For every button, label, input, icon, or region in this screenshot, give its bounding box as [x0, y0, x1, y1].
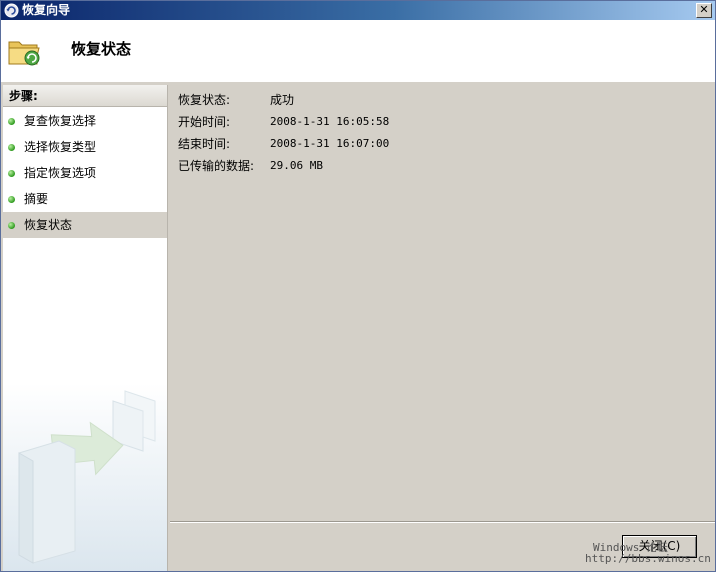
detail-label: 恢复状态:: [178, 93, 231, 107]
steps-pane: 步骤: 复查恢复选择 选择恢复类型 指定恢复选项 摘要 恢复状态: [3, 85, 168, 571]
detail-value: 2008-1-31 16:07:00: [270, 137, 390, 150]
step-select-recovery-type[interactable]: 选择恢复类型: [3, 134, 167, 160]
step-label: 摘要: [24, 192, 49, 206]
forum-watermark-url: http://bbs.winos.cn: [585, 552, 711, 565]
header-divider: [1, 81, 715, 82]
window-close-button[interactable]: ✕: [696, 3, 712, 18]
folder-restore-icon: [7, 34, 43, 68]
detail-label: 已传输的数据:: [178, 159, 255, 173]
step-review-selection[interactable]: 复查恢复选择: [3, 108, 167, 134]
status-details-panel: 恢复状态: 成功 开始时间: 2008-1-31 16:05:58 结束时间: …: [170, 85, 715, 521]
steps-heading: 步骤:: [3, 85, 167, 107]
wizard-watermark-graphic: [3, 383, 167, 571]
recovery-wizard-window: 恢复向导 ✕ 恢复状态 步骤: 复查恢复选择 选择恢复类型 指定恢复选项 摘要 …: [0, 0, 716, 572]
footer-divider-highlight: [170, 522, 715, 523]
step-label: 指定恢复选项: [24, 166, 97, 180]
step-complete-icon: [8, 144, 15, 151]
page-title: 恢复状态: [71, 40, 132, 58]
step-complete-icon: [8, 196, 15, 203]
step-label: 选择恢复类型: [24, 140, 97, 154]
title-bar[interactable]: 恢复向导 ✕: [1, 1, 715, 20]
detail-label: 开始时间:: [178, 115, 231, 129]
step-summary[interactable]: 摘要: [3, 186, 167, 212]
detail-value: 29.06 MB: [270, 159, 323, 172]
wizard-header: 恢复状态: [1, 20, 715, 82]
recovery-wizard-icon: [4, 3, 19, 18]
detail-label: 结束时间:: [178, 137, 231, 151]
close-icon: ✕: [699, 3, 709, 16]
step-complete-icon: [8, 170, 15, 177]
detail-value: 成功: [270, 93, 295, 107]
step-current-icon: [8, 222, 15, 229]
window-title: 恢复向导: [22, 3, 71, 17]
step-complete-icon: [8, 118, 15, 125]
step-label: 恢复状态: [24, 218, 73, 232]
step-specify-options[interactable]: 指定恢复选项: [3, 160, 167, 186]
detail-value: 2008-1-31 16:05:58: [270, 115, 390, 128]
step-recovery-status[interactable]: 恢复状态: [3, 212, 167, 238]
step-label: 复查恢复选择: [24, 114, 97, 128]
